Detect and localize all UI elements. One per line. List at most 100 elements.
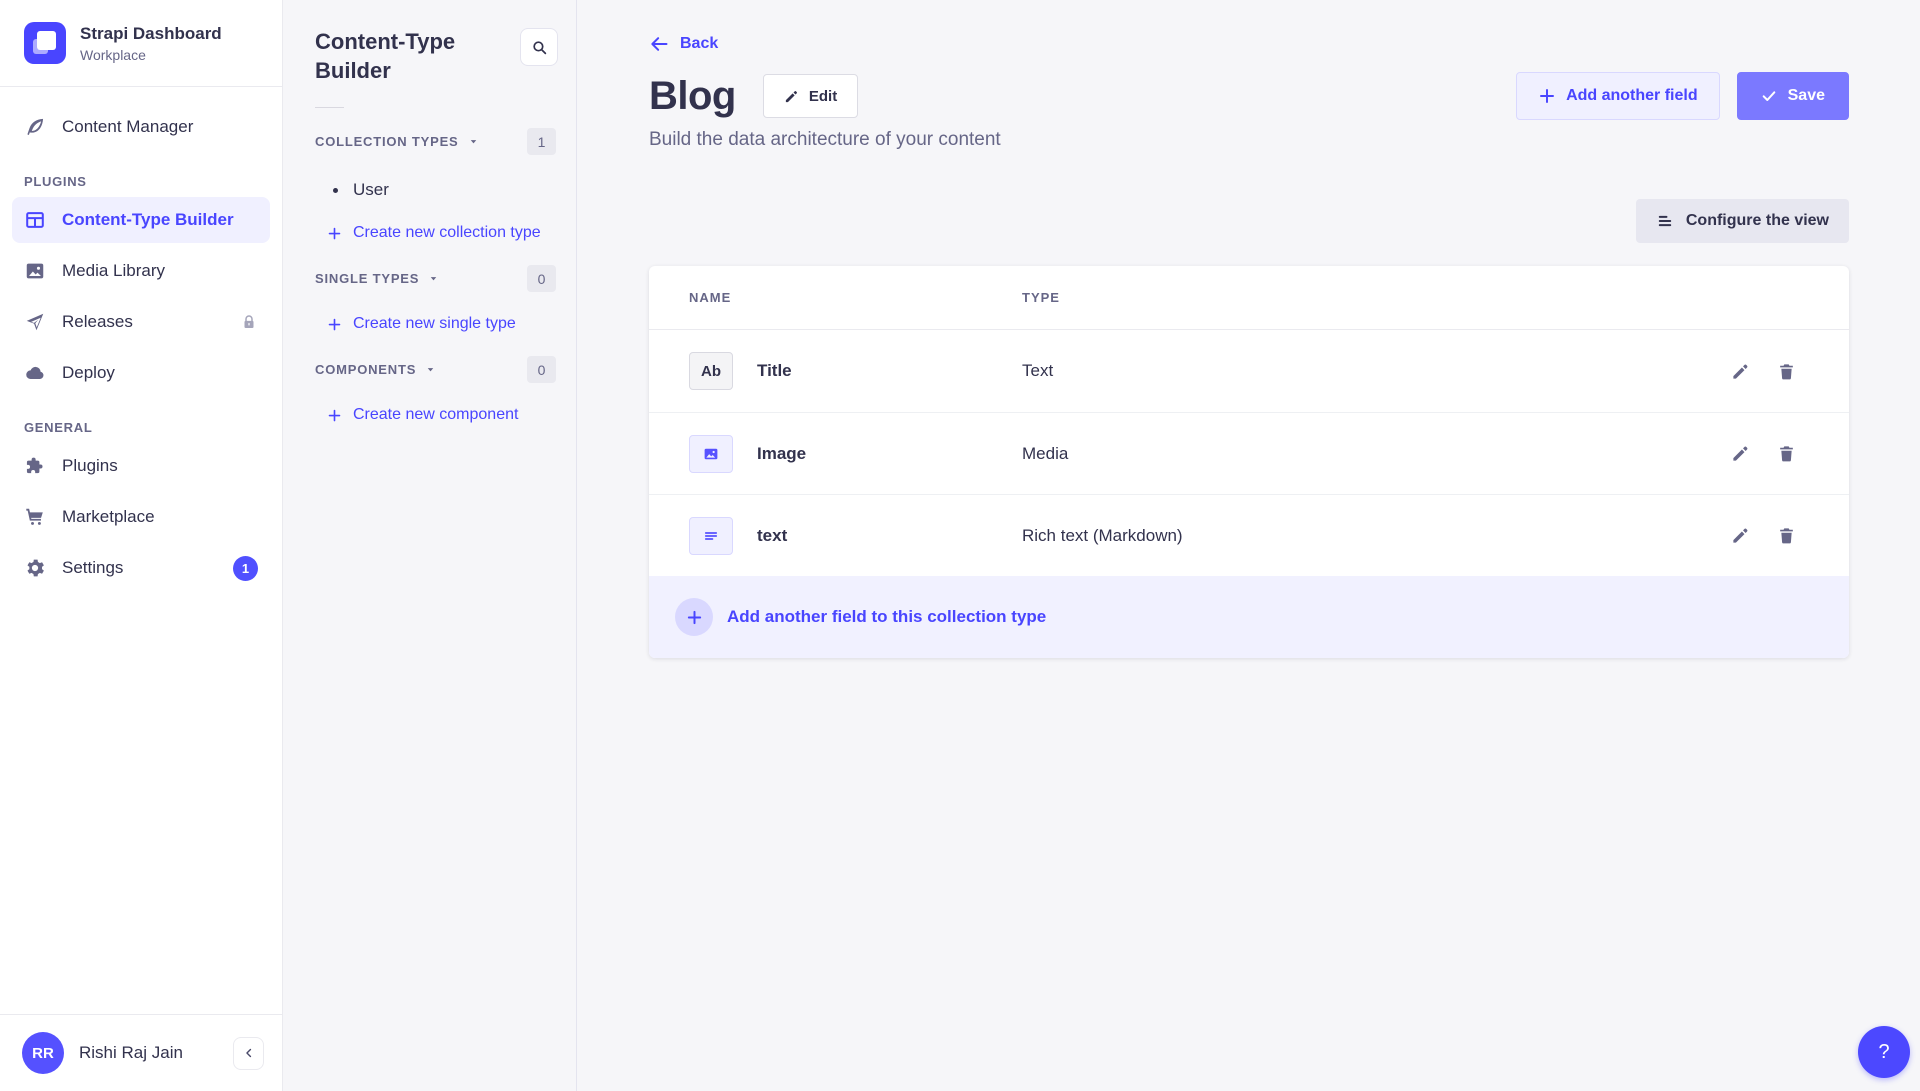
sidebar-nav: Content Manager PLUGINS Content-Type Bui… bbox=[0, 87, 282, 1014]
edit-field-button[interactable] bbox=[1731, 444, 1750, 463]
create-single-type-link[interactable]: Create new single type bbox=[283, 304, 576, 344]
row-actions bbox=[1731, 362, 1809, 381]
plus-circle-icon bbox=[675, 598, 713, 636]
save-label: Save bbox=[1788, 87, 1825, 105]
create-link-label: Create new collection type bbox=[353, 224, 541, 242]
column-header-name: NAME bbox=[689, 290, 1022, 305]
arrow-left-icon bbox=[649, 34, 669, 54]
sidebar-item-label: Releases bbox=[62, 312, 133, 332]
field-name-cell: Image bbox=[689, 435, 1022, 473]
single-types-count: 0 bbox=[527, 265, 556, 292]
table-row: Ab Title Text bbox=[649, 330, 1849, 412]
check-icon bbox=[1761, 88, 1777, 104]
lock-icon bbox=[240, 313, 258, 331]
field-name: text bbox=[757, 526, 787, 546]
collection-type-label: User bbox=[353, 180, 389, 200]
group-label: COMPONENTS bbox=[315, 362, 416, 377]
trash-icon bbox=[1777, 526, 1796, 545]
sidebar-item-deploy[interactable]: Deploy bbox=[12, 350, 270, 396]
media-field-icon bbox=[689, 435, 733, 473]
workspace-name: Workplace bbox=[80, 47, 222, 63]
search-button[interactable] bbox=[520, 28, 558, 66]
table-row: text Rich text (Markdown) bbox=[649, 494, 1849, 576]
create-component-link[interactable]: Create new component bbox=[283, 395, 576, 435]
group-label: COLLECTION TYPES bbox=[315, 134, 459, 149]
sidebar-item-media-library[interactable]: Media Library bbox=[12, 248, 270, 294]
user-menu[interactable]: RR Rishi Raj Jain bbox=[0, 1014, 282, 1091]
row-actions bbox=[1731, 526, 1809, 545]
sidebar-item-settings[interactable]: Settings 1 bbox=[12, 545, 270, 591]
pencil-icon bbox=[1731, 526, 1750, 545]
sidebar-item-label: Marketplace bbox=[62, 507, 155, 527]
save-button[interactable]: Save bbox=[1737, 72, 1849, 120]
delete-field-button[interactable] bbox=[1777, 526, 1796, 545]
configure-view-label: Configure the view bbox=[1686, 212, 1829, 230]
collection-types-header[interactable]: COLLECTION TYPES 1 bbox=[283, 116, 576, 167]
edit-field-button[interactable] bbox=[1731, 526, 1750, 545]
pencil-icon bbox=[784, 89, 799, 104]
field-name: Image bbox=[757, 444, 806, 464]
create-collection-type-link[interactable]: Create new collection type bbox=[283, 213, 576, 253]
cart-icon bbox=[24, 506, 46, 528]
settings-badge: 1 bbox=[233, 556, 258, 581]
sidebar-item-marketplace[interactable]: Marketplace bbox=[12, 494, 270, 540]
chevron-down-icon bbox=[428, 273, 439, 284]
delete-field-button[interactable] bbox=[1777, 444, 1796, 463]
table-header: NAME TYPE bbox=[649, 266, 1849, 330]
back-label: Back bbox=[680, 35, 718, 53]
collection-type-user[interactable]: User bbox=[283, 167, 576, 213]
strapi-logo-icon bbox=[24, 22, 66, 64]
table-row: Image Media bbox=[649, 412, 1849, 494]
grid-layout-icon bbox=[24, 209, 46, 231]
page-subtitle: Build the data architecture of your cont… bbox=[649, 129, 1849, 151]
panel-divider bbox=[315, 107, 344, 108]
help-button[interactable]: ? bbox=[1858, 1026, 1910, 1078]
plus-icon bbox=[327, 226, 342, 241]
collapse-sidebar-button[interactable] bbox=[233, 1037, 264, 1070]
gear-icon bbox=[24, 557, 46, 579]
create-link-label: Create new component bbox=[353, 406, 518, 424]
text-field-icon: Ab bbox=[689, 352, 733, 390]
fields-table: NAME TYPE Ab Title Text bbox=[649, 266, 1849, 658]
back-link[interactable]: Back bbox=[649, 34, 718, 54]
workspace-header[interactable]: Strapi Dashboard Workplace bbox=[0, 0, 282, 87]
sidebar-item-releases[interactable]: Releases bbox=[12, 299, 270, 345]
pencil-icon bbox=[1731, 444, 1750, 463]
sidebar-item-label: Plugins bbox=[62, 456, 118, 476]
user-name: Rishi Raj Jain bbox=[79, 1043, 218, 1063]
search-icon bbox=[531, 39, 548, 56]
edit-field-button[interactable] bbox=[1731, 362, 1750, 381]
field-name-cell: Ab Title bbox=[689, 352, 1022, 390]
sidebar-item-plugins[interactable]: Plugins bbox=[12, 443, 270, 489]
sidebar-section-general: GENERAL bbox=[24, 420, 258, 435]
chevron-left-icon bbox=[242, 1046, 256, 1060]
components-header[interactable]: COMPONENTS 0 bbox=[283, 344, 576, 395]
delete-field-button[interactable] bbox=[1777, 362, 1796, 381]
trash-icon bbox=[1777, 362, 1796, 381]
sidebar-item-content-type-builder[interactable]: Content-Type Builder bbox=[12, 197, 270, 243]
page-title: Blog bbox=[649, 74, 736, 119]
richtext-field-icon bbox=[689, 517, 733, 555]
configure-view-button[interactable]: Configure the view bbox=[1636, 199, 1849, 243]
field-name: Title bbox=[757, 361, 792, 381]
field-name-cell: text bbox=[689, 517, 1022, 555]
sidebar-item-label: Content Manager bbox=[62, 117, 193, 137]
sidebar-section-plugins: PLUGINS bbox=[24, 174, 258, 189]
create-link-label: Create new single type bbox=[353, 315, 516, 333]
content-type-builder-panel: Content-Type Builder COLLECTION TYPES 1 … bbox=[283, 0, 577, 1091]
add-another-field-button[interactable]: Add another field bbox=[1516, 72, 1720, 120]
single-types-header[interactable]: SINGLE TYPES 0 bbox=[283, 253, 576, 304]
app-title: Strapi Dashboard bbox=[80, 24, 222, 44]
sidebar-item-content-manager[interactable]: Content Manager bbox=[12, 104, 270, 150]
add-field-to-collection-button[interactable]: Add another field to this collection typ… bbox=[649, 576, 1849, 658]
field-type: Rich text (Markdown) bbox=[1022, 526, 1183, 546]
list-lines-icon bbox=[1656, 212, 1674, 230]
sidebar-item-label: Settings bbox=[62, 558, 123, 578]
group-label: SINGLE TYPES bbox=[315, 271, 419, 286]
edit-button[interactable]: Edit bbox=[763, 74, 858, 118]
add-field-footer-label: Add another field to this collection typ… bbox=[727, 607, 1046, 627]
sidebar-item-label: Deploy bbox=[62, 363, 115, 383]
cloud-icon bbox=[24, 362, 46, 384]
field-type: Text bbox=[1022, 361, 1053, 381]
field-type: Media bbox=[1022, 444, 1068, 464]
